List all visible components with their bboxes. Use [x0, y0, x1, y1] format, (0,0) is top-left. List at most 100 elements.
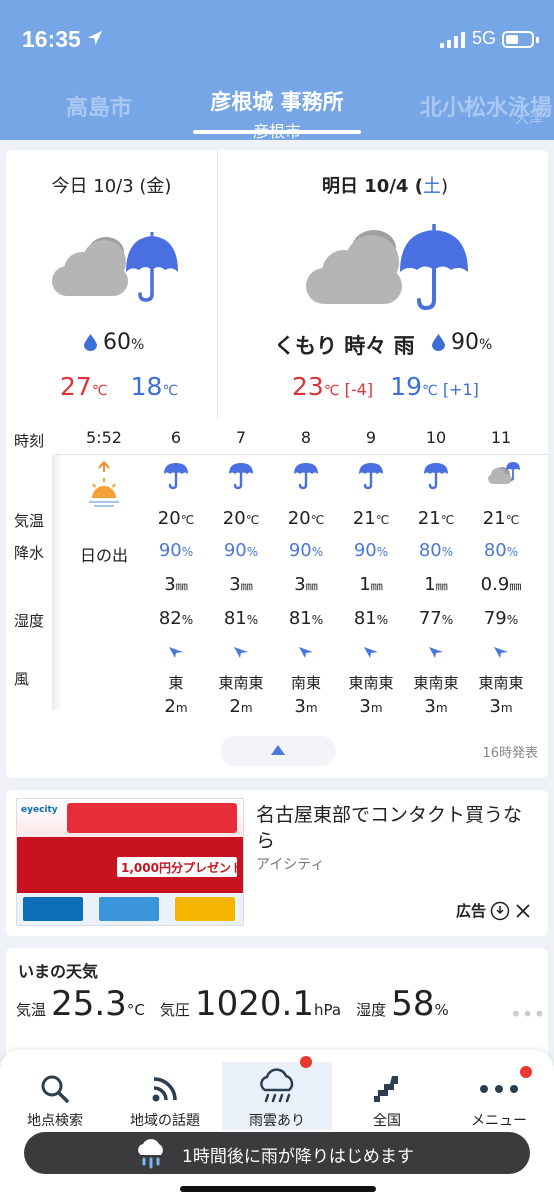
hour-pop: 90% — [353, 540, 389, 561]
hour-wind-dir: 東南東 — [218, 674, 264, 692]
issued-time: 16時発表 — [482, 746, 538, 761]
today-forecast[interactable]: 今日 10/3 (金) 60% 27℃ 18℃ — [6, 150, 218, 420]
tab-indicator — [193, 130, 361, 134]
current-humidity: 58 — [391, 984, 435, 1024]
tomorrow-low: 19 — [390, 372, 422, 401]
hour-wind-dir: 東南東 — [348, 674, 394, 692]
label-time: 時刻 — [14, 432, 45, 450]
umbrella-icon — [291, 460, 321, 494]
sunrise-icon — [89, 461, 119, 507]
hour-wind-speed: 3m — [424, 696, 448, 717]
umbrella-icon — [356, 460, 386, 494]
hour-rain: 3㎜ — [229, 574, 253, 595]
network-type: 5G — [472, 28, 497, 48]
sunrise-label: 日の出 — [79, 546, 128, 565]
notification-dot — [520, 1066, 532, 1078]
rain-alert-toast[interactable]: 1時間後に雨が降りはじめます — [24, 1132, 530, 1174]
hour-column: 10 21℃ 80% 1㎜ 77% 東南東 3m — [404, 420, 468, 720]
umbrella-icon — [226, 460, 256, 494]
ad-card[interactable]: eyecity 1,000円分プレゼント! 名古屋東部でコンタクト買うなら アイ… — [6, 790, 548, 936]
hour-rain: 0.9㎜ — [480, 574, 522, 595]
ad-banner-image[interactable]: eyecity 1,000円分プレゼント! — [16, 798, 244, 926]
rain-cloud-icon — [260, 1068, 294, 1103]
raindrop-icon — [84, 334, 97, 351]
hour-rain: 3㎜ — [164, 574, 188, 595]
hour-column: 7 20℃ 90% 3㎜ 81% 東南東 2m — [209, 420, 273, 720]
hour-humidity: 82% — [158, 608, 194, 629]
nav-topics[interactable]: 地域の話題 — [110, 1062, 220, 1130]
status-bar: 16:35 5G — [0, 24, 554, 60]
hour-wind-speed: 3m — [359, 696, 383, 717]
today-pop: 60% — [84, 330, 144, 355]
tomorrow-pop: 90% — [432, 330, 492, 355]
tomorrow-temps: 23℃ [-4] 19℃ [+1] — [292, 372, 479, 401]
raindrop-icon — [432, 334, 445, 351]
hour-temp: 21℃ — [352, 508, 390, 529]
toast-message: 1時間後に雨が降りはじめます — [182, 1147, 414, 1167]
ad-title[interactable]: 名古屋東部でコンタクト買うなら — [256, 802, 536, 854]
today-temps: 27℃ 18℃ — [60, 372, 179, 401]
scroll-shadow — [52, 454, 62, 710]
umbrella-icon — [421, 460, 451, 494]
hour-pop: 90% — [158, 540, 194, 561]
umbrella-icon — [161, 460, 191, 494]
hour-rain: 1㎜ — [424, 574, 448, 595]
hour-humidity: 79% — [483, 608, 519, 629]
forecast-card: 今日 10/3 (金) 60% 27℃ 18℃ 明日 10/4 (土) くもり … — [6, 150, 548, 778]
hour-humidity: 81% — [353, 608, 389, 629]
location-arrow-icon — [88, 31, 102, 45]
tomorrow-high: 23 — [292, 372, 324, 401]
wind-arrow-icon — [297, 644, 315, 663]
current-values: 気温 25.3°C 気圧 1020.1hPa 湿度 58% — [16, 984, 449, 1024]
close-icon[interactable] — [514, 902, 532, 920]
wind-arrow-icon — [232, 644, 250, 663]
hour-label: 9 — [365, 428, 377, 447]
hour-temp: 20℃ — [157, 508, 195, 529]
cloudy-rain-icon — [52, 232, 178, 302]
hour-pop: 90% — [288, 540, 324, 561]
hourly-forecast[interactable]: 時刻 気温 降水 湿度 風 5:52 日の出 6 20℃ 90% 3㎜ 82% 東 2m 7 2… — [6, 420, 548, 740]
hour-humidity: 81% — [288, 608, 324, 629]
more-dots-icon[interactable]: ••• — [510, 1002, 545, 1026]
home-indicator — [180, 1186, 376, 1192]
current-title: いまの天気 — [18, 962, 99, 981]
nav-national[interactable]: 全国 — [332, 1062, 442, 1130]
tomorrow-high-diff: [-4] — [344, 380, 374, 399]
hour-wind-dir: 東南東 — [478, 674, 524, 692]
hour-wind-speed: 3m — [294, 696, 318, 717]
app-header: 16:35 5G 高島市 彦根城 事務所 彦根市 北小松水泳場 大津 — [0, 0, 554, 141]
hour-temp: 20℃ — [222, 508, 260, 529]
hour-pop: 80% — [418, 540, 454, 561]
cloudy-rain-icon — [306, 224, 468, 311]
cloudy-rain-icon — [486, 460, 520, 490]
wind-arrow-icon — [167, 644, 185, 663]
signal-icon — [440, 32, 465, 48]
nav-search[interactable]: 地点検索 — [0, 1062, 110, 1130]
hour-wind-dir: 東南東 — [413, 674, 459, 692]
tomorrow-weather: くもり 時々 雨 — [274, 334, 415, 358]
hour-wind-dir: 東 — [168, 674, 184, 692]
nav-menu[interactable]: メニュー — [444, 1062, 554, 1130]
battery-tip — [536, 37, 539, 43]
hour-rain: 1㎜ — [359, 574, 383, 595]
ad-label[interactable]: 広告 — [456, 900, 532, 921]
tomorrow-forecast[interactable]: 明日 10/4 (土) くもり 時々 雨 90% 23℃ [-4] 19℃ [+… — [222, 150, 548, 420]
battery-icon — [502, 31, 534, 48]
nav-rain-radar[interactable]: 雨雲あり — [222, 1056, 332, 1130]
menu-dots-icon — [480, 1085, 518, 1093]
hour-wind-speed: 2m — [229, 696, 253, 717]
hour-label: 8 — [300, 428, 312, 447]
hour-label: 11 — [490, 428, 512, 447]
hourly-label-column: 時刻 気温 降水 湿度 風 — [6, 420, 56, 720]
ad-info-icon[interactable] — [490, 901, 510, 921]
collapse-hourly-button[interactable] — [220, 736, 336, 766]
hour-wind-dir: 南東 — [290, 674, 321, 692]
bottom-nav: 地点検索 地域の話題 雨雲あり 全国 メニュー — [0, 1050, 554, 1200]
wind-arrow-icon — [427, 644, 445, 663]
hour-temp: 21℃ — [482, 508, 520, 529]
label-temp: 気温 — [14, 512, 45, 530]
ad-present-text: 1,000円分プレゼント! — [121, 861, 244, 875]
hour-label: 6 — [170, 428, 182, 447]
hour-label: 7 — [235, 428, 247, 447]
japan-map-icon — [374, 1076, 398, 1102]
